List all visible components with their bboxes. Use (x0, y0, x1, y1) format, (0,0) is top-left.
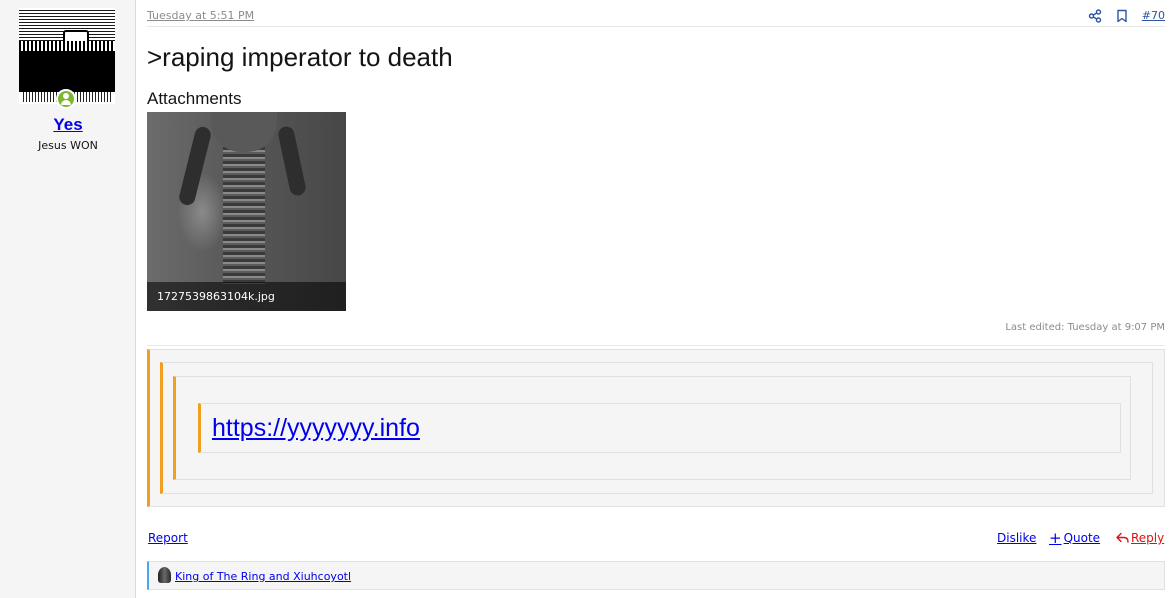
attachments-heading: Attachments (147, 89, 242, 108)
reply-label: Reply (1131, 531, 1165, 545)
username-link[interactable]: Yes (0, 115, 136, 135)
bookmark-icon[interactable] (1115, 8, 1129, 23)
reply-button[interactable]: Reply (1116, 531, 1164, 545)
share-icon[interactable] (1088, 8, 1102, 23)
dislike-link[interactable]: Dislike (997, 531, 1036, 545)
header-divider (147, 26, 1165, 27)
quote-label: Quote (1063, 531, 1101, 545)
online-status-icon (56, 89, 76, 109)
post-header-actions: #70 (1088, 7, 1165, 23)
reaction-users-link[interactable]: King of The Ring and Xiuhcoyotl (175, 570, 351, 583)
quote-button[interactable]: + Quote (1049, 529, 1101, 547)
post-date-link[interactable]: Tuesday at 5:51 PM (147, 9, 254, 22)
reaction-user-avatar[interactable] (158, 567, 171, 583)
user-title: Jesus WON (38, 139, 98, 152)
post-body-text: >raping imperator to death (147, 42, 453, 72)
plus-icon: + (1049, 529, 1062, 547)
post-number-link[interactable]: #70 (1142, 9, 1165, 22)
reactions-bar: King of The Ring and Xiuhcoyotl (147, 561, 1165, 590)
last-edited-text: Last edited: Tuesday at 9:07 PM (1005, 322, 1165, 333)
quoted-link[interactable]: https://yyyyyyy.info (212, 414, 420, 443)
edit-divider (147, 345, 1165, 346)
report-link[interactable]: Report (148, 531, 188, 545)
attachment-thumbnail[interactable]: 1727539863104k.jpg (147, 112, 346, 311)
reply-icon (1116, 532, 1129, 544)
attachment-filename: 1727539863104k.jpg (147, 282, 346, 311)
user-column: Yes Jesus WON (0, 0, 136, 598)
